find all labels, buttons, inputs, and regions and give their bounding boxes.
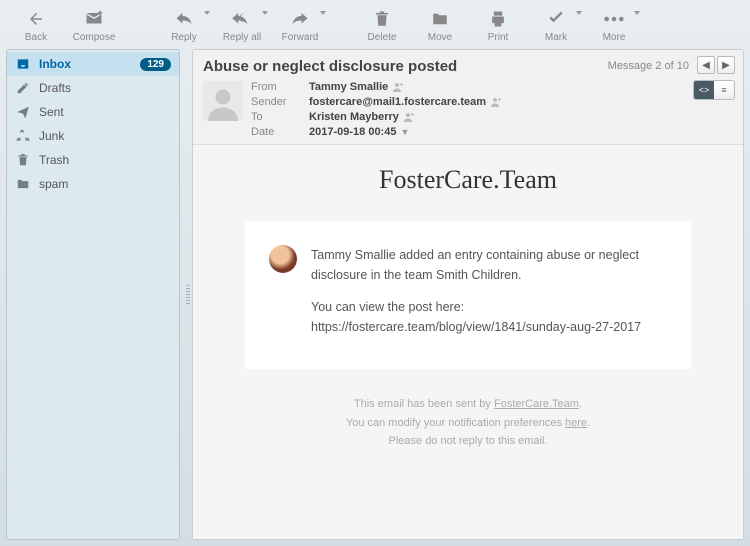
folder-trash[interactable]: Trash	[7, 148, 179, 172]
send-icon	[15, 105, 31, 119]
folder-label: Drafts	[39, 81, 171, 95]
html-view-button[interactable]: <>	[694, 81, 714, 99]
notification-text: Tammy Smallie added an entry containing …	[311, 245, 667, 285]
from-label: From	[251, 81, 299, 93]
folder-count-badge: 129	[140, 58, 171, 71]
to-label: To	[251, 111, 299, 123]
message-header: Abuse or neglect disclosure posted Messa…	[193, 50, 743, 145]
reply-all-button[interactable]: Reply all	[222, 8, 262, 43]
pane-resizer[interactable]	[184, 49, 192, 540]
forward-label: Forward	[282, 32, 319, 43]
mark-button[interactable]: Mark	[536, 8, 576, 43]
date-value: 2017-09-18 00:45	[309, 126, 396, 138]
forward-dropdown-icon[interactable]	[320, 11, 326, 15]
chevron-down-icon[interactable]: ▼	[400, 127, 409, 137]
toolbar: Back Compose Reply Reply all	[6, 6, 744, 49]
reply-dropdown-icon[interactable]	[204, 11, 210, 15]
more-label: More	[603, 32, 626, 43]
folder-sent[interactable]: Sent	[7, 100, 179, 124]
next-message-button[interactable]: ▶	[717, 56, 735, 74]
compose-button[interactable]: Compose	[74, 8, 114, 43]
mark-label: Mark	[545, 32, 567, 43]
footer-prefs-link[interactable]: here	[565, 417, 587, 429]
add-contact-icon[interactable]	[392, 81, 404, 93]
date-label: Date	[251, 126, 299, 138]
folder-spam[interactable]: spam	[7, 172, 179, 196]
folder-icon	[15, 177, 31, 191]
reply-button[interactable]: Reply	[164, 8, 204, 43]
mark-dropdown-icon[interactable]	[576, 11, 582, 15]
pencil-icon	[15, 81, 31, 95]
link-intro: You can view the post here:	[311, 300, 464, 314]
from-value: Tammy Smallie	[309, 81, 388, 93]
add-contact-icon[interactable]	[490, 96, 502, 108]
to-value: Kristen Mayberry	[309, 111, 399, 123]
email-footer: This email has been sent by FosterCare.T…	[346, 395, 590, 451]
author-avatar	[269, 245, 297, 273]
back-button[interactable]: Back	[16, 8, 56, 43]
reply-all-dropdown-icon[interactable]	[262, 11, 268, 15]
folder-sidebar: Inbox 129 Drafts Sent Junk Trash spam	[6, 49, 180, 540]
folder-label: Sent	[39, 105, 171, 119]
message-counter: Message 2 of 10	[608, 60, 689, 72]
sender-label: Sender	[251, 96, 299, 108]
plain-view-button[interactable]: ≡	[714, 81, 734, 99]
trash-icon	[15, 153, 31, 167]
notification-card: Tammy Smallie added an entry containing …	[245, 221, 691, 369]
compose-label: Compose	[73, 32, 116, 43]
prev-message-button[interactable]: ◀	[697, 56, 715, 74]
folder-junk[interactable]: Junk	[7, 124, 179, 148]
forward-button[interactable]: Forward	[280, 8, 320, 43]
print-label: Print	[488, 32, 509, 43]
move-button[interactable]: Move	[420, 8, 460, 43]
sender-value: fostercare@mail1.fostercare.team	[309, 96, 486, 108]
recycle-icon	[15, 129, 31, 143]
sender-avatar	[203, 81, 243, 121]
message-body: FosterCare.Team Tammy Smallie added an e…	[193, 145, 743, 539]
brand-title: FosterCare.Team	[379, 165, 557, 195]
more-dropdown-icon[interactable]	[634, 11, 640, 15]
folder-inbox[interactable]: Inbox 129	[7, 52, 179, 76]
footer-site-link[interactable]: FosterCare.Team	[494, 398, 579, 410]
back-label: Back	[25, 32, 47, 43]
reply-all-label: Reply all	[223, 32, 261, 43]
inbox-icon	[15, 57, 31, 71]
move-label: Move	[428, 32, 452, 43]
folder-label: spam	[39, 177, 171, 191]
more-button[interactable]: More	[594, 8, 634, 43]
add-contact-icon[interactable]	[403, 111, 415, 123]
folder-drafts[interactable]: Drafts	[7, 76, 179, 100]
message-pane: Abuse or neglect disclosure posted Messa…	[192, 49, 744, 540]
delete-label: Delete	[368, 32, 397, 43]
folder-label: Inbox	[39, 57, 132, 71]
reply-label: Reply	[171, 32, 197, 43]
post-link[interactable]: https://fostercare.team/blog/view/1841/s…	[311, 320, 641, 334]
print-button[interactable]: Print	[478, 8, 518, 43]
delete-button[interactable]: Delete	[362, 8, 402, 43]
folder-label: Junk	[39, 129, 171, 143]
folder-label: Trash	[39, 153, 171, 167]
